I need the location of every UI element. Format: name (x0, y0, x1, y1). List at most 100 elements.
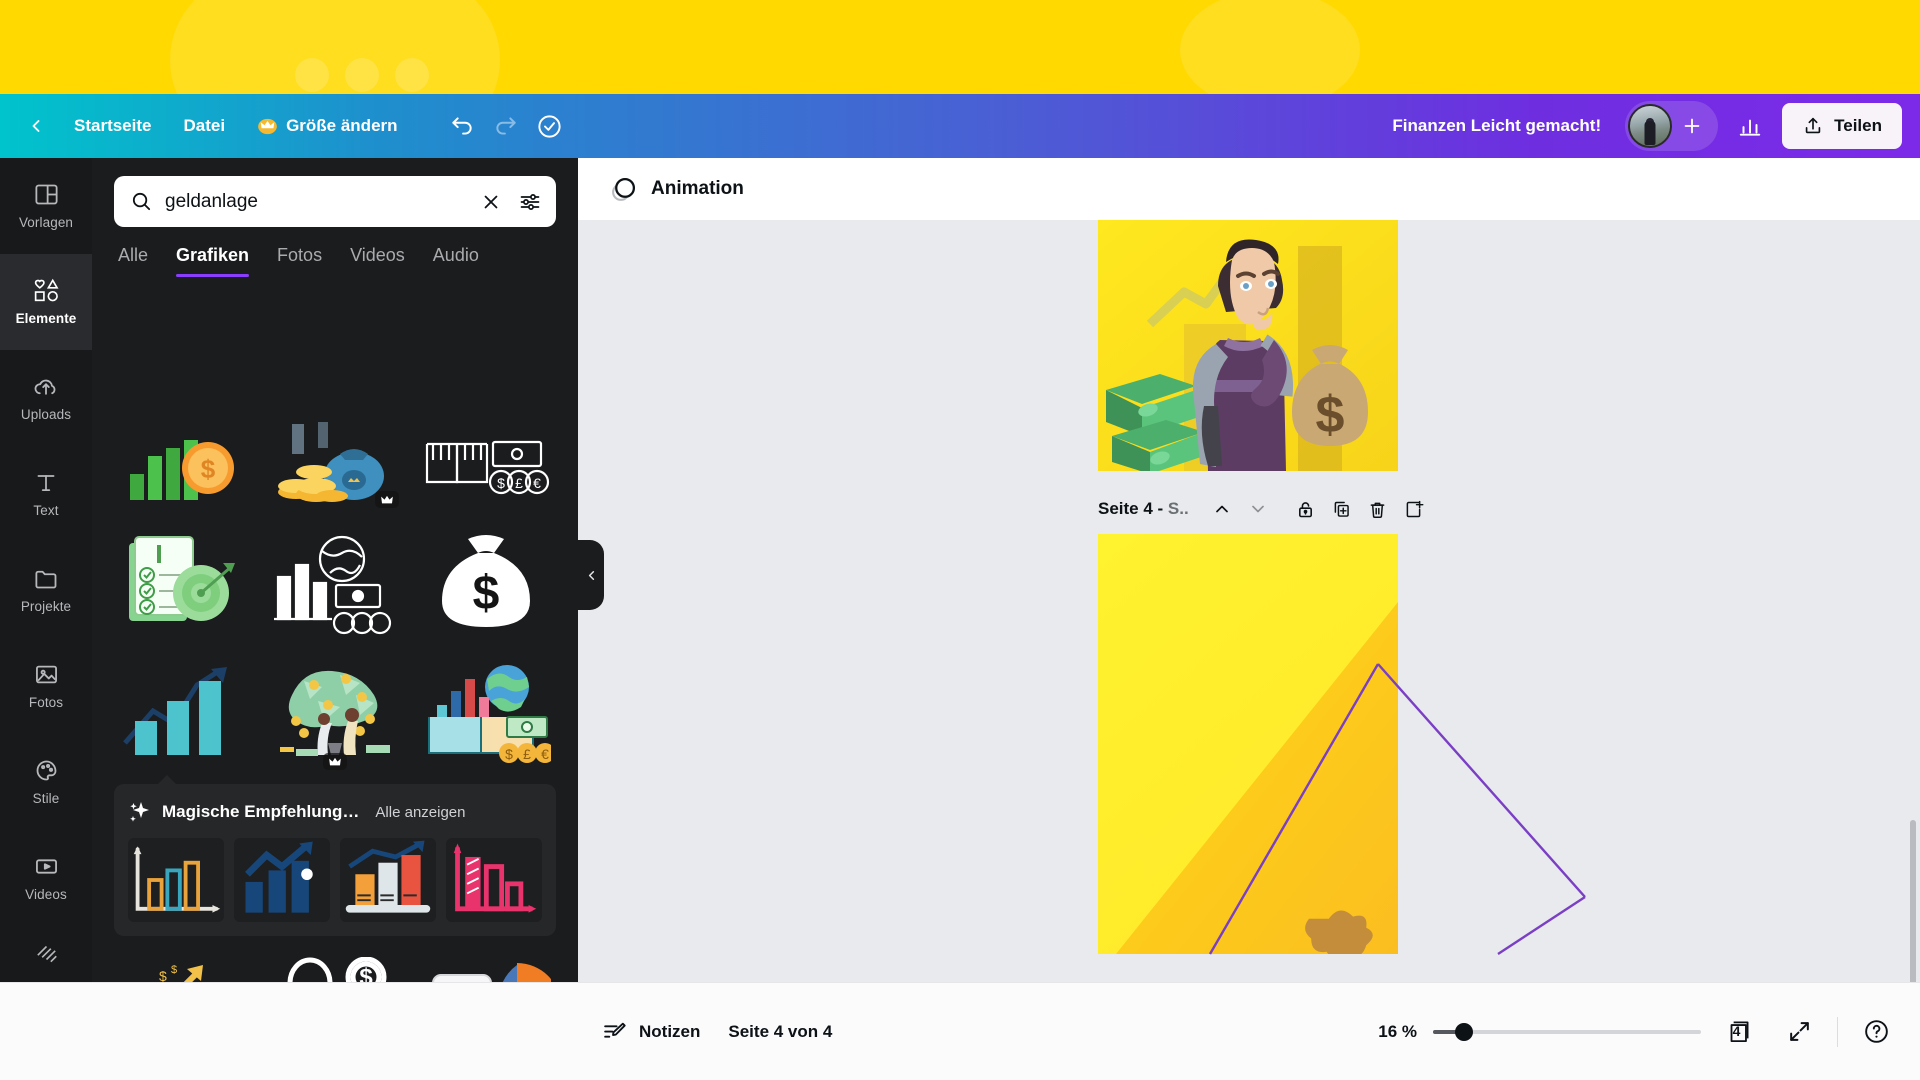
expand-icon (1789, 1022, 1809, 1041)
crown-icon (258, 118, 277, 134)
page-manager-button[interactable]: 4 (1717, 1010, 1761, 1054)
tab-label: Grafiken (176, 245, 250, 265)
result-white-money-bag-dollar[interactable]: $ (417, 524, 556, 642)
result-globe-bar-chart-currency[interactable] (265, 524, 404, 642)
result-green-bars-dollar-coin[interactable]: $ (114, 416, 253, 512)
help-circle-icon (1864, 1020, 1888, 1043)
sidebar-item-projekte[interactable]: Projekte (0, 542, 92, 638)
result-gold-coins-money-bag[interactable] (265, 416, 404, 512)
collaborators-group[interactable] (1625, 101, 1719, 151)
move-page-down-button[interactable] (1241, 492, 1275, 526)
tab-fotos[interactable]: Fotos (277, 245, 322, 277)
magic-item-pink-bar-chart-arrow[interactable] (446, 838, 542, 922)
chevron-up-icon (1215, 505, 1228, 513)
result-book-globe-bars-currency[interactable]: $ £ € (417, 654, 556, 772)
sidebar-item-uploads[interactable]: Uploads (0, 350, 92, 446)
undo-button[interactable] (440, 104, 484, 148)
page-indicator-button[interactable]: Seite 4 von 4 (714, 1009, 846, 1055)
animation-button[interactable]: Animation (598, 170, 756, 209)
move-page-up-button[interactable] (1205, 492, 1239, 526)
file-menu-button[interactable]: Datei (167, 104, 241, 148)
result-money-tree-harvest[interactable] (265, 654, 404, 772)
svg-text:$: $ (200, 454, 215, 484)
magic-recommendations-card: Magische Empfehlung… Alle anzeigen (114, 775, 556, 936)
magic-item-outline-axis-bar-chart[interactable] (128, 838, 224, 922)
search-icon (130, 190, 153, 213)
upload-cloud-icon (34, 379, 56, 395)
result-teal-growth-bar-chart[interactable] (114, 654, 253, 772)
sidebar-item-label: Fotos (28, 694, 64, 710)
left-rail: Vorlagen Elemente Uploads Text Projekte … (0, 158, 92, 982)
back-button[interactable] (14, 104, 58, 148)
zoom-value[interactable]: 16 % (1363, 1022, 1417, 1042)
sidebar-item-vorlagen[interactable]: Vorlagen (0, 158, 92, 254)
animation-circles-icon (612, 177, 636, 201)
home-button[interactable]: Startseite (58, 104, 167, 148)
saved-status-button[interactable] (528, 104, 572, 148)
result-open-book-currency[interactable]: $ £ € (417, 416, 556, 512)
search-filter-button[interactable] (518, 190, 542, 214)
page-3-thumbnail[interactable]: $ (1098, 220, 1398, 471)
tab-alle[interactable]: Alle (118, 245, 148, 277)
avatar[interactable] (1628, 104, 1673, 148)
text-icon (37, 475, 55, 492)
insights-button[interactable] (1728, 104, 1772, 148)
sidebar-item-stile[interactable]: Stile (0, 733, 92, 829)
sidebar-item-label: Vorlagen (18, 215, 74, 231)
sidebar-item-text[interactable]: Text (0, 446, 92, 542)
chevron-down-icon (1251, 505, 1264, 513)
background-pattern-icon (36, 946, 57, 963)
zoom-slider[interactable] (1433, 1022, 1701, 1042)
trash-icon (1370, 502, 1385, 518)
vertical-scrollbar[interactable] (1910, 820, 1916, 982)
add-collaborator-button[interactable] (1676, 110, 1708, 142)
notes-button[interactable]: Notizen (588, 1009, 714, 1055)
sidebar-item-label: Uploads (20, 407, 72, 423)
search-box[interactable] (114, 176, 556, 227)
collapse-panel-button[interactable] (578, 540, 604, 610)
resize-button[interactable]: Größe ändern (241, 104, 413, 148)
toolbar-divider (1837, 1016, 1838, 1047)
canvas-scroll-area[interactable]: $ Seite 4 - S.. (578, 220, 1920, 982)
tab-grafiken[interactable]: Grafiken (176, 245, 250, 277)
sidebar-item-fotos[interactable]: Fotos (0, 637, 92, 733)
sidebar-item-hintergrund[interactable] (0, 925, 92, 982)
redo-button[interactable] (484, 104, 528, 148)
sidebar-item-videos[interactable]: Videos (0, 829, 92, 925)
delete-page-button[interactable] (1361, 492, 1395, 526)
magic-item-navy-bar-growth-arrow[interactable] (234, 838, 330, 922)
sparkle-icon (130, 802, 149, 822)
result-checklist-target-dart[interactable] (114, 524, 253, 642)
lock-page-button[interactable] (1289, 492, 1323, 526)
sidebar-item-label: Text (33, 503, 59, 519)
sidebar-item-elemente[interactable]: Elemente (0, 253, 92, 350)
help-button[interactable] (1854, 1010, 1898, 1054)
video-icon (35, 858, 57, 874)
page-4-canvas[interactable] (1098, 534, 1398, 954)
clear-search-button[interactable] (480, 191, 502, 213)
result-trading-desk-growth-arrow[interactable]: $ $ (114, 950, 253, 982)
fullscreen-button[interactable] (1777, 1010, 1821, 1054)
magic-title: Magische Empfehlung… (162, 802, 360, 821)
notes-icon (604, 1022, 626, 1038)
lock-icon (1299, 501, 1313, 517)
resize-label: Größe ändern (286, 116, 398, 135)
tab-videos[interactable]: Videos (350, 245, 405, 277)
elements-panel: Alle Grafiken Fotos Videos Audio $ (92, 158, 578, 982)
chevron-left-icon (32, 120, 40, 132)
duplicate-page-button[interactable] (1325, 492, 1359, 526)
add-page-button[interactable] (1397, 492, 1431, 526)
result-person-outline-dollar-sign[interactable]: $ (265, 950, 404, 982)
tab-audio[interactable]: Audio (433, 245, 479, 277)
sidebar-item-label: Videos (25, 886, 67, 902)
svg-text:$: $ (505, 746, 513, 762)
result-phone-pie-chart-analyst[interactable] (417, 950, 556, 982)
magic-item-orange-white-red-bars[interactable] (340, 838, 436, 922)
results-row: $ £ € (114, 654, 556, 772)
magic-see-all-link[interactable]: Alle anzeigen (375, 804, 465, 821)
search-input[interactable] (165, 190, 468, 213)
results-row: $ (114, 416, 556, 512)
document-title: Finanzen Leicht gemacht! (1392, 116, 1602, 135)
close-icon (484, 195, 498, 208)
share-button[interactable]: Teilen (1782, 103, 1902, 149)
